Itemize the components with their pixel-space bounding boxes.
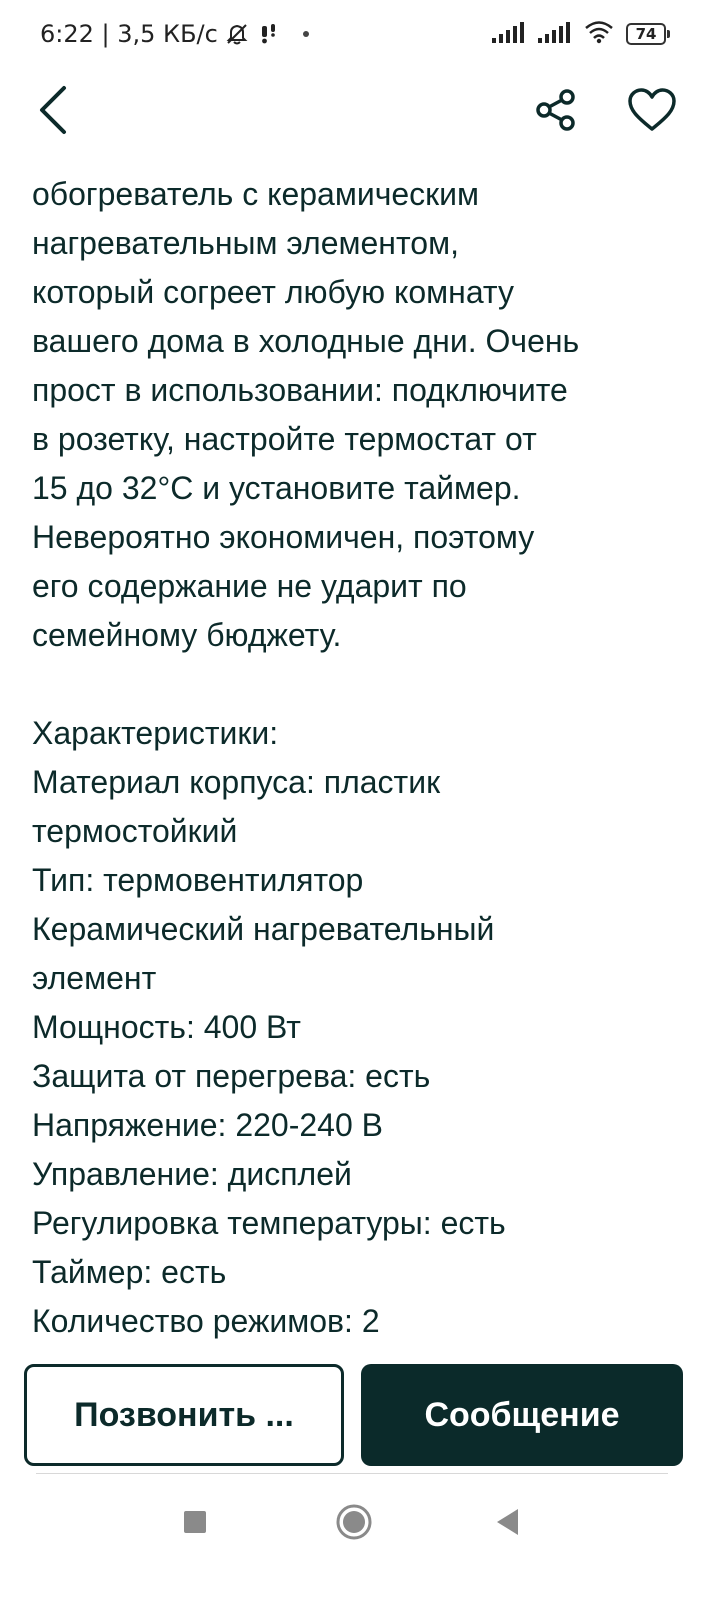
recents-square-icon bbox=[184, 1511, 206, 1533]
back-arrow-icon bbox=[40, 86, 66, 134]
muted-bell-icon bbox=[224, 21, 250, 47]
action-bar: Позвонить ... Сообщение bbox=[0, 1360, 720, 1472]
back-button[interactable] bbox=[24, 80, 84, 140]
heart-icon bbox=[628, 88, 676, 131]
status-right: 74 bbox=[492, 20, 670, 48]
status-bar: 6:22 | 3,5 КБ/с 74 bbox=[0, 0, 720, 72]
wifi-icon bbox=[584, 20, 614, 48]
home-circle-icon bbox=[336, 1504, 372, 1540]
product-description: обогреватель с керамическим нагревательн… bbox=[32, 176, 580, 1339]
battery-icon: 74 bbox=[626, 23, 670, 45]
notification-icon bbox=[256, 21, 282, 47]
system-nav-bar bbox=[0, 1476, 720, 1600]
recents-button[interactable] bbox=[165, 1492, 225, 1552]
divider bbox=[36, 1473, 668, 1474]
message-button[interactable]: Сообщение bbox=[361, 1364, 683, 1466]
home-button[interactable] bbox=[324, 1492, 384, 1552]
system-back-button[interactable] bbox=[478, 1492, 538, 1552]
back-triangle-icon bbox=[497, 1509, 518, 1535]
call-button[interactable]: Позвонить ... bbox=[24, 1364, 344, 1466]
status-left: 6:22 | 3,5 КБ/с bbox=[40, 20, 310, 48]
signal-icon bbox=[492, 21, 526, 47]
app-header bbox=[0, 72, 720, 152]
signal-icon-2 bbox=[538, 21, 572, 47]
description-area[interactable]: обогреватель с керамическим нагревательн… bbox=[0, 148, 720, 1358]
share-button[interactable] bbox=[526, 80, 586, 140]
status-time-speed: 6:22 | 3,5 КБ/с bbox=[40, 20, 218, 48]
favorite-button[interactable] bbox=[622, 80, 682, 140]
share-icon bbox=[536, 89, 575, 131]
dot-icon bbox=[302, 30, 310, 38]
